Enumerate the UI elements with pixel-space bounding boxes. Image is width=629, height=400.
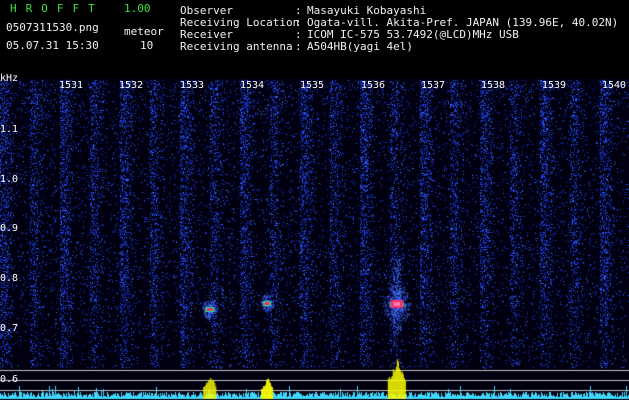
date-time: 05.07.31 15:30 [6,39,99,52]
y-tick-label: 1.1 [0,124,19,135]
time-tick-label: 1535 [300,80,325,91]
file-name: 0507311530.png [6,21,99,34]
freq-unit-label: kHz [0,73,19,84]
spectrogram-canvas[interactable] [0,78,629,400]
time-tick-label: 1538 [481,80,506,91]
y-tick-label: 0.8 [0,273,19,284]
app-title: HROFFT [10,2,104,15]
y-tick-label: 0.7 [0,323,19,334]
y-tick-label: 0.9 [0,223,19,234]
time-tick-label: 1537 [421,80,446,91]
time-tick-label: 1536 [361,80,386,91]
info-key: Receiving antenna [180,40,293,53]
time-tick-label: 1533 [180,80,205,91]
time-tick-label: 1539 [542,80,567,91]
mode-label: meteor [124,25,164,38]
time-tick-label: 1540 [602,80,627,91]
y-tick-label: 1.0 [0,174,19,185]
info-value: A504HB(yagi 4el) [307,40,413,53]
time-tick-label: 1532 [119,80,144,91]
info-antenna: Receiving antenna: A504HB(yagi 4el) [180,40,413,53]
time-tick-label: 1534 [240,80,265,91]
app-version: 1.00 [124,2,151,15]
time-tick-label: 1531 [59,80,84,91]
meteor-count: 10 [140,39,154,52]
y-tick-label: 0.6 [0,374,19,385]
